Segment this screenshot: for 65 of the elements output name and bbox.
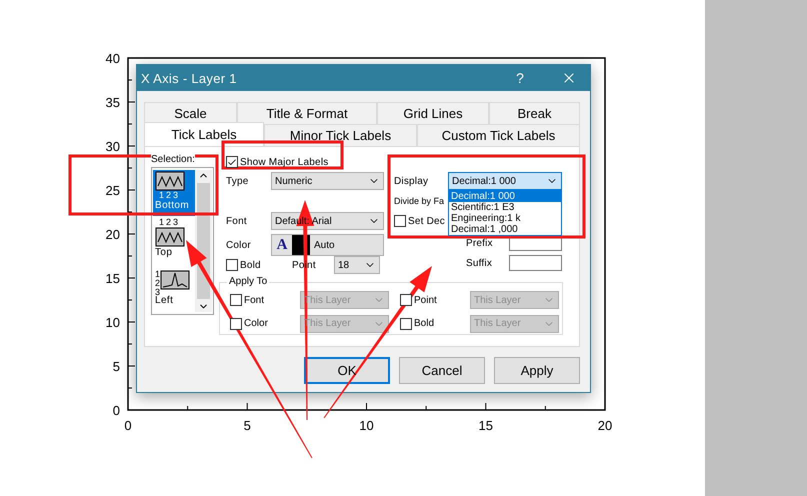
- checkbox-label: Bold: [240, 260, 262, 270]
- tick-number: 1: [159, 218, 164, 227]
- tick-label: 20: [598, 418, 612, 433]
- tick-number: 1: [155, 270, 160, 278]
- tick-label: 10: [359, 418, 374, 433]
- checkbox[interactable]: [226, 259, 238, 271]
- tick-label: 0: [112, 403, 120, 418]
- tab[interactable]: Custom Tick Labels: [417, 124, 580, 146]
- list-item[interactable]: 1 2 3 Top: [153, 217, 195, 263]
- tick-number: 3: [173, 191, 178, 200]
- selection-list[interactable]: 1 2 3 Bottom 1 2 3 Top 1 2 3 Left: [151, 167, 214, 315]
- tab[interactable]: Break: [489, 102, 580, 124]
- checkbox-label: Point: [414, 294, 438, 306]
- size-dropdown[interactable]: 18: [334, 256, 380, 274]
- checkbox-label: Color: [244, 318, 269, 329]
- tick-label: 5: [112, 359, 120, 374]
- plot-thumbnail-icon: [160, 270, 190, 290]
- checkbox-label: Show Major Labels: [240, 156, 330, 168]
- help-button[interactable]: ?: [510, 70, 530, 86]
- field-label: Prefix: [466, 238, 494, 248]
- list-item[interactable]: 1 2 3 Left: [153, 264, 195, 310]
- tick-label: 15: [106, 271, 120, 286]
- tick-label: 10: [106, 315, 120, 330]
- tick-number: 2: [166, 191, 172, 200]
- tick-label: 15: [478, 418, 493, 433]
- color-button[interactable]: A Auto: [271, 234, 384, 256]
- tick-label: 20: [106, 227, 120, 242]
- window-title: X Axis - Layer 1: [141, 70, 238, 86]
- type-dropdown[interactable]: Numeric: [271, 172, 384, 190]
- dropdown-option[interactable]: Decimal:1 000: [449, 191, 561, 202]
- tick-number: 3: [155, 288, 160, 296]
- suffix-field[interactable]: [509, 255, 562, 271]
- list-item[interactable]: 1 2 3 Bottom: [153, 170, 195, 216]
- field-label: Font: [226, 216, 248, 226]
- tick-number: 2: [166, 218, 172, 227]
- tick-label: 0: [124, 418, 132, 433]
- dialog-button[interactable]: OK: [304, 357, 390, 384]
- tick-number: 3: [173, 218, 178, 227]
- tick-label: 35: [106, 95, 120, 110]
- checkbox[interactable]: [394, 215, 406, 227]
- checkbox[interactable]: [226, 156, 238, 168]
- tab[interactable]: Scale: [144, 102, 237, 124]
- tab[interactable]: Tick Labels: [144, 122, 264, 146]
- dialog-button[interactable]: Apply: [494, 357, 580, 384]
- tick-number: 2: [155, 278, 160, 288]
- checkbox-label: Bold: [414, 318, 436, 329]
- tick-label: 30: [106, 139, 120, 154]
- field-label: Type: [226, 176, 250, 186]
- tab[interactable]: Minor Tick Labels: [264, 124, 417, 146]
- tick-number: 1: [159, 191, 164, 200]
- dialog-button[interactable]: Cancel: [399, 357, 485, 384]
- group-title: Apply To: [227, 276, 270, 287]
- plot-thumbnail-icon: [155, 171, 185, 191]
- plot-thumbnail-icon: [155, 227, 185, 247]
- tab[interactable]: Title & Format: [237, 102, 377, 124]
- field-label: Display: [394, 176, 430, 186]
- tick-label: 5: [244, 418, 251, 433]
- tab[interactable]: Grid Lines: [377, 102, 489, 124]
- scrollbar[interactable]: [195, 170, 212, 312]
- field-label: Suffix: [466, 258, 494, 268]
- checkbox-label: Font: [244, 294, 266, 306]
- tick-label: 25: [106, 183, 120, 198]
- field-label: Color: [226, 240, 252, 250]
- field-label: Divide by Fa: [394, 196, 446, 206]
- tick-label: 40: [106, 51, 120, 66]
